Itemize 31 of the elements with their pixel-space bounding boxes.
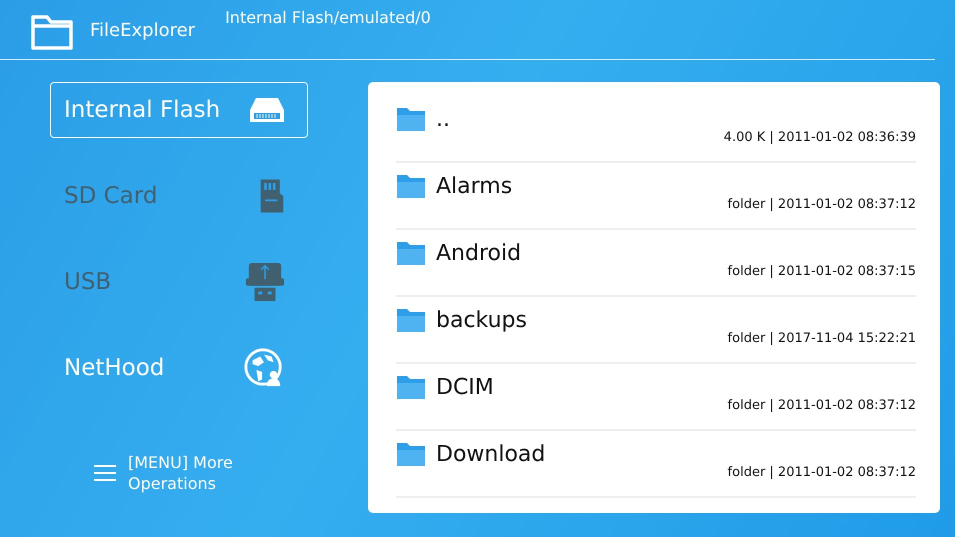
menu-hint: [MENU] More Operations — [128, 452, 234, 494]
current-path: Internal Flash/emulated/0 — [225, 8, 431, 27]
file-name: backups — [436, 308, 527, 332]
file-details: folder | 2017-11-04 15:22:21 — [728, 331, 916, 346]
menu-icon — [94, 464, 116, 482]
file-row[interactable]: Android folder | 2011-01-02 08:37:15 — [396, 230, 916, 297]
folder-icon — [396, 307, 426, 333]
file-details: folder | 2011-01-02 08:37:12 — [728, 398, 916, 413]
file-name: DCIM — [436, 374, 494, 400]
app-title: FileExplorer — [90, 20, 196, 41]
file-name: .. — [436, 106, 450, 132]
file-details: folder | 2011-01-02 08:37:12 — [728, 465, 916, 480]
file-name: Alarms — [436, 174, 512, 198]
file-row[interactable]: .. 4.00 K | 2011-01-02 08:36:39 — [396, 96, 916, 163]
file-row[interactable]: backups folder | 2017-11-04 15:22:21 — [396, 297, 916, 364]
folder-icon — [396, 240, 426, 266]
usb-drive-icon — [245, 262, 285, 302]
folder-icon — [396, 106, 426, 132]
folder-icon — [396, 441, 426, 467]
file-row[interactable]: Download folder | 2011-01-02 08:37:12 — [396, 431, 916, 498]
file-details: folder | 2011-01-02 08:37:15 — [728, 264, 916, 279]
drive-icon — [249, 97, 285, 123]
file-row[interactable]: Alarms folder | 2011-01-02 08:37:12 — [396, 163, 916, 230]
file-details: 4.00 K | 2011-01-02 08:36:39 — [724, 130, 916, 145]
file-row[interactable]: DCIM folder | 2011-01-02 08:37:12 — [396, 364, 916, 431]
folder-icon — [396, 374, 426, 400]
sd-card-icon — [259, 177, 285, 215]
file-details: folder | 2011-01-02 08:37:12 — [728, 197, 916, 212]
folder-icon — [396, 173, 426, 199]
file-name: Download — [436, 442, 546, 466]
file-name: Android — [436, 240, 522, 266]
